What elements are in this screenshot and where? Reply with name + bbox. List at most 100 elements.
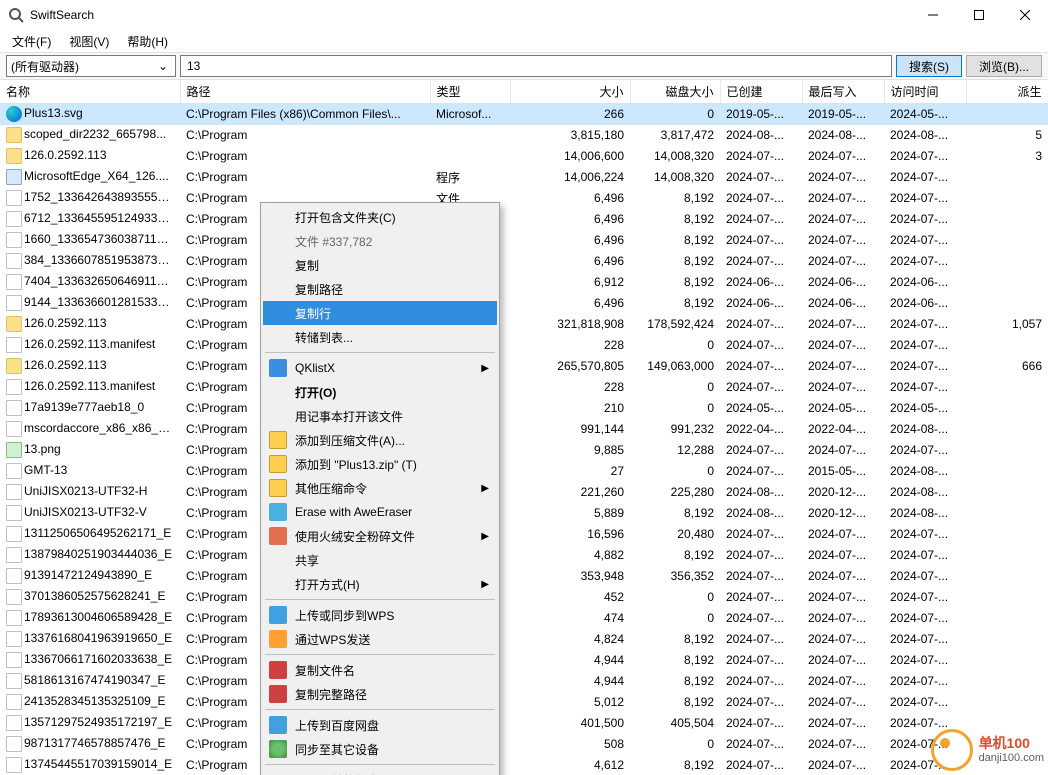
cm-share[interactable]: 共享 — [263, 548, 497, 572]
table-row[interactable]: UniJISX0213-UTF32-HC:\Program文件221,26022… — [0, 482, 1048, 503]
file-icon — [6, 484, 22, 500]
table-row[interactable]: 13367066171602033638_EC:\Program文件4,9448… — [0, 650, 1048, 671]
file-icon — [6, 610, 22, 626]
file-icon — [6, 421, 22, 437]
cm-add-zip[interactable]: 添加到 "Plus13.zip" (T) — [263, 452, 497, 476]
file-icon — [6, 694, 22, 710]
table-row[interactable]: MicrosoftEdge_X64_126....C:\Program程序14,… — [0, 167, 1048, 188]
table-row[interactable]: 13571297524935172197_EC:\Program文件401,50… — [0, 713, 1048, 734]
table-row[interactable]: 384_13366078519538731...C:\Program文件6,49… — [0, 251, 1048, 272]
chevron-right-icon: ▶ — [481, 579, 489, 590]
table-row[interactable]: 13.pngC:\Program...9,88512,2882024-07-..… — [0, 440, 1048, 461]
table-row[interactable]: 5818613167474190347_EC:\Program文件4,9448,… — [0, 671, 1048, 692]
cm-open-notepad[interactable]: 用记事本打开该文件 — [263, 404, 497, 428]
table-row[interactable]: 1660_13365473603871194...C:\Program文件6,4… — [0, 230, 1048, 251]
col-derived[interactable]: 派生 — [966, 80, 1048, 104]
file-icon — [6, 568, 22, 584]
table-row[interactable]: 126.0.2592.113C:\Program14,006,60014,008… — [0, 146, 1048, 167]
chevron-right-icon: ▶ — [481, 363, 489, 374]
table-row[interactable]: 126.0.2592.113C:\Program265,570,805149,0… — [0, 356, 1048, 377]
folder-icon — [6, 316, 22, 332]
table-row[interactable]: 7404_13363265064691177...C:\Program文件6,9… — [0, 272, 1048, 293]
col-disk[interactable]: 磁盘大小 — [630, 80, 720, 104]
col-type[interactable]: 类型 — [430, 80, 510, 104]
table-row[interactable]: 1752_13364264389355548...C:\Program文件6,4… — [0, 188, 1048, 209]
menu-help[interactable]: 帮助(H) — [119, 31, 176, 52]
png-icon — [6, 442, 22, 458]
chevron-right-icon: ▶ — [481, 531, 489, 542]
file-icon — [6, 190, 22, 206]
table-row[interactable]: 126.0.2592.113C:\Program321,818,908178,5… — [0, 314, 1048, 335]
col-name[interactable]: 名称 — [0, 80, 180, 104]
table-row[interactable]: UniJISX0213-UTF32-VC:\Program文件5,8898,19… — [0, 503, 1048, 524]
file-icon — [6, 379, 22, 395]
col-written[interactable]: 最后写入 — [802, 80, 884, 104]
menu-view[interactable]: 视图(V) — [61, 31, 117, 52]
toolbar: (所有驱动器) ⌄ 搜索(S) 浏览(B)... — [0, 52, 1048, 80]
file-icon — [6, 211, 22, 227]
drive-select[interactable]: (所有驱动器) ⌄ — [6, 55, 176, 77]
table-row[interactable]: GMT-13C:\Program文件2702024-07-...2015-05-… — [0, 461, 1048, 482]
browse-button[interactable]: 浏览(B)... — [966, 55, 1042, 77]
cm-baidu[interactable]: 上传到百度网盘 — [263, 713, 497, 737]
cm-copy-path[interactable]: 复制路径 — [263, 277, 497, 301]
cm-copy-filename[interactable]: 复制文件名 — [263, 658, 497, 682]
cm-restore[interactable]: 还原以前的版本(V) — [263, 768, 497, 775]
cm-erase[interactable]: Erase with AweEraser — [263, 500, 497, 524]
col-size[interactable]: 大小 — [510, 80, 630, 104]
close-button[interactable] — [1002, 0, 1048, 30]
col-created[interactable]: 已创建 — [720, 80, 802, 104]
cm-file-info: 文件 #337,782 — [263, 229, 497, 253]
minimize-button[interactable] — [910, 0, 956, 30]
table-row[interactable]: 13376168041963919650_EC:\Program文件4,8248… — [0, 629, 1048, 650]
context-menu: 打开包含文件夹(C) 文件 #337,782 复制 复制路径 复制行 转储到表.… — [260, 202, 500, 775]
exe-icon — [6, 169, 22, 185]
menubar: 文件(F) 视图(V) 帮助(H) — [0, 30, 1048, 52]
col-accessed[interactable]: 访问时间 — [884, 80, 966, 104]
table-row[interactable]: 126.0.2592.113.manifestC:\ProgramFE...22… — [0, 377, 1048, 398]
table-row[interactable]: 2413528345135325109_EC:\Program文件5,0128,… — [0, 692, 1048, 713]
cm-shred[interactable]: 使用火绒安全粉碎文件▶ — [263, 524, 497, 548]
menu-file[interactable]: 文件(F) — [4, 31, 59, 52]
file-icon — [6, 652, 22, 668]
cm-wps-upload[interactable]: 上传或同步到WPS — [263, 603, 497, 627]
cm-copy-row[interactable]: 复制行 — [263, 301, 497, 325]
file-icon — [6, 715, 22, 731]
table-row[interactable]: 9871317746578857476_EC:\Program文件5080202… — [0, 734, 1048, 755]
table-row[interactable]: 17a9139e777aeb18_0C:\Program文件21002024-0… — [0, 398, 1048, 419]
app-icon — [8, 7, 24, 23]
table-row[interactable]: 91391472124943890_EC:\Program文件353,94835… — [0, 566, 1048, 587]
folder-icon — [6, 127, 22, 143]
cm-other-zip[interactable]: 其他压缩命令▶ — [263, 476, 497, 500]
table-row[interactable]: Plus13.svgC:\Program Files (x86)\Common … — [0, 104, 1048, 125]
table-row[interactable]: 126.0.2592.113.manifestC:\ProgramFE...22… — [0, 335, 1048, 356]
file-icon — [6, 526, 22, 542]
search-input[interactable] — [180, 55, 892, 77]
table-row[interactable]: 6712_13364559512493333...C:\Program文件6,4… — [0, 209, 1048, 230]
cm-wps-send[interactable]: 通过WPS发送 — [263, 627, 497, 651]
col-path[interactable]: 路径 — [180, 80, 430, 104]
table-row[interactable]: 9144_13363660128153374...C:\Program文件6,4… — [0, 293, 1048, 314]
cm-add-archive[interactable]: 添加到压缩文件(A)... — [263, 428, 497, 452]
cm-qklistx[interactable]: QKlistX▶ — [263, 356, 497, 380]
table-row[interactable]: 13112506506495262171_EC:\Program文件16,596… — [0, 524, 1048, 545]
table-row[interactable]: scoped_dir2232_665798...C:\Program3,815,… — [0, 125, 1048, 146]
cm-open[interactable]: 打开(O) — [263, 380, 497, 404]
file-icon — [6, 463, 22, 479]
table-row[interactable]: mscordaccore_x86_x86_5...C:\Program程序...… — [0, 419, 1048, 440]
file-icon — [6, 274, 22, 290]
cm-copy-fullpath[interactable]: 复制完整路径 — [263, 682, 497, 706]
window-title: SwiftSearch — [30, 8, 910, 22]
cm-dump-table[interactable]: 转储到表... — [263, 325, 497, 349]
file-icon — [6, 547, 22, 563]
table-row[interactable]: 13745445517039159014_EC:\Program文件4,6128… — [0, 755, 1048, 775]
maximize-button[interactable] — [956, 0, 1002, 30]
table-row[interactable]: 13879840251903444036_EC:\Program文件4,8828… — [0, 545, 1048, 566]
search-button[interactable]: 搜索(S) — [896, 55, 962, 77]
table-row[interactable]: 17893613004606589428_EC:\Program文件474020… — [0, 608, 1048, 629]
table-row[interactable]: 3701386052575628241_EC:\Program文件4520202… — [0, 587, 1048, 608]
cm-sync-devices[interactable]: 同步至其它设备 — [263, 737, 497, 761]
cm-open-folder[interactable]: 打开包含文件夹(C) — [263, 205, 497, 229]
cm-copy[interactable]: 复制 — [263, 253, 497, 277]
cm-open-with[interactable]: 打开方式(H)▶ — [263, 572, 497, 596]
